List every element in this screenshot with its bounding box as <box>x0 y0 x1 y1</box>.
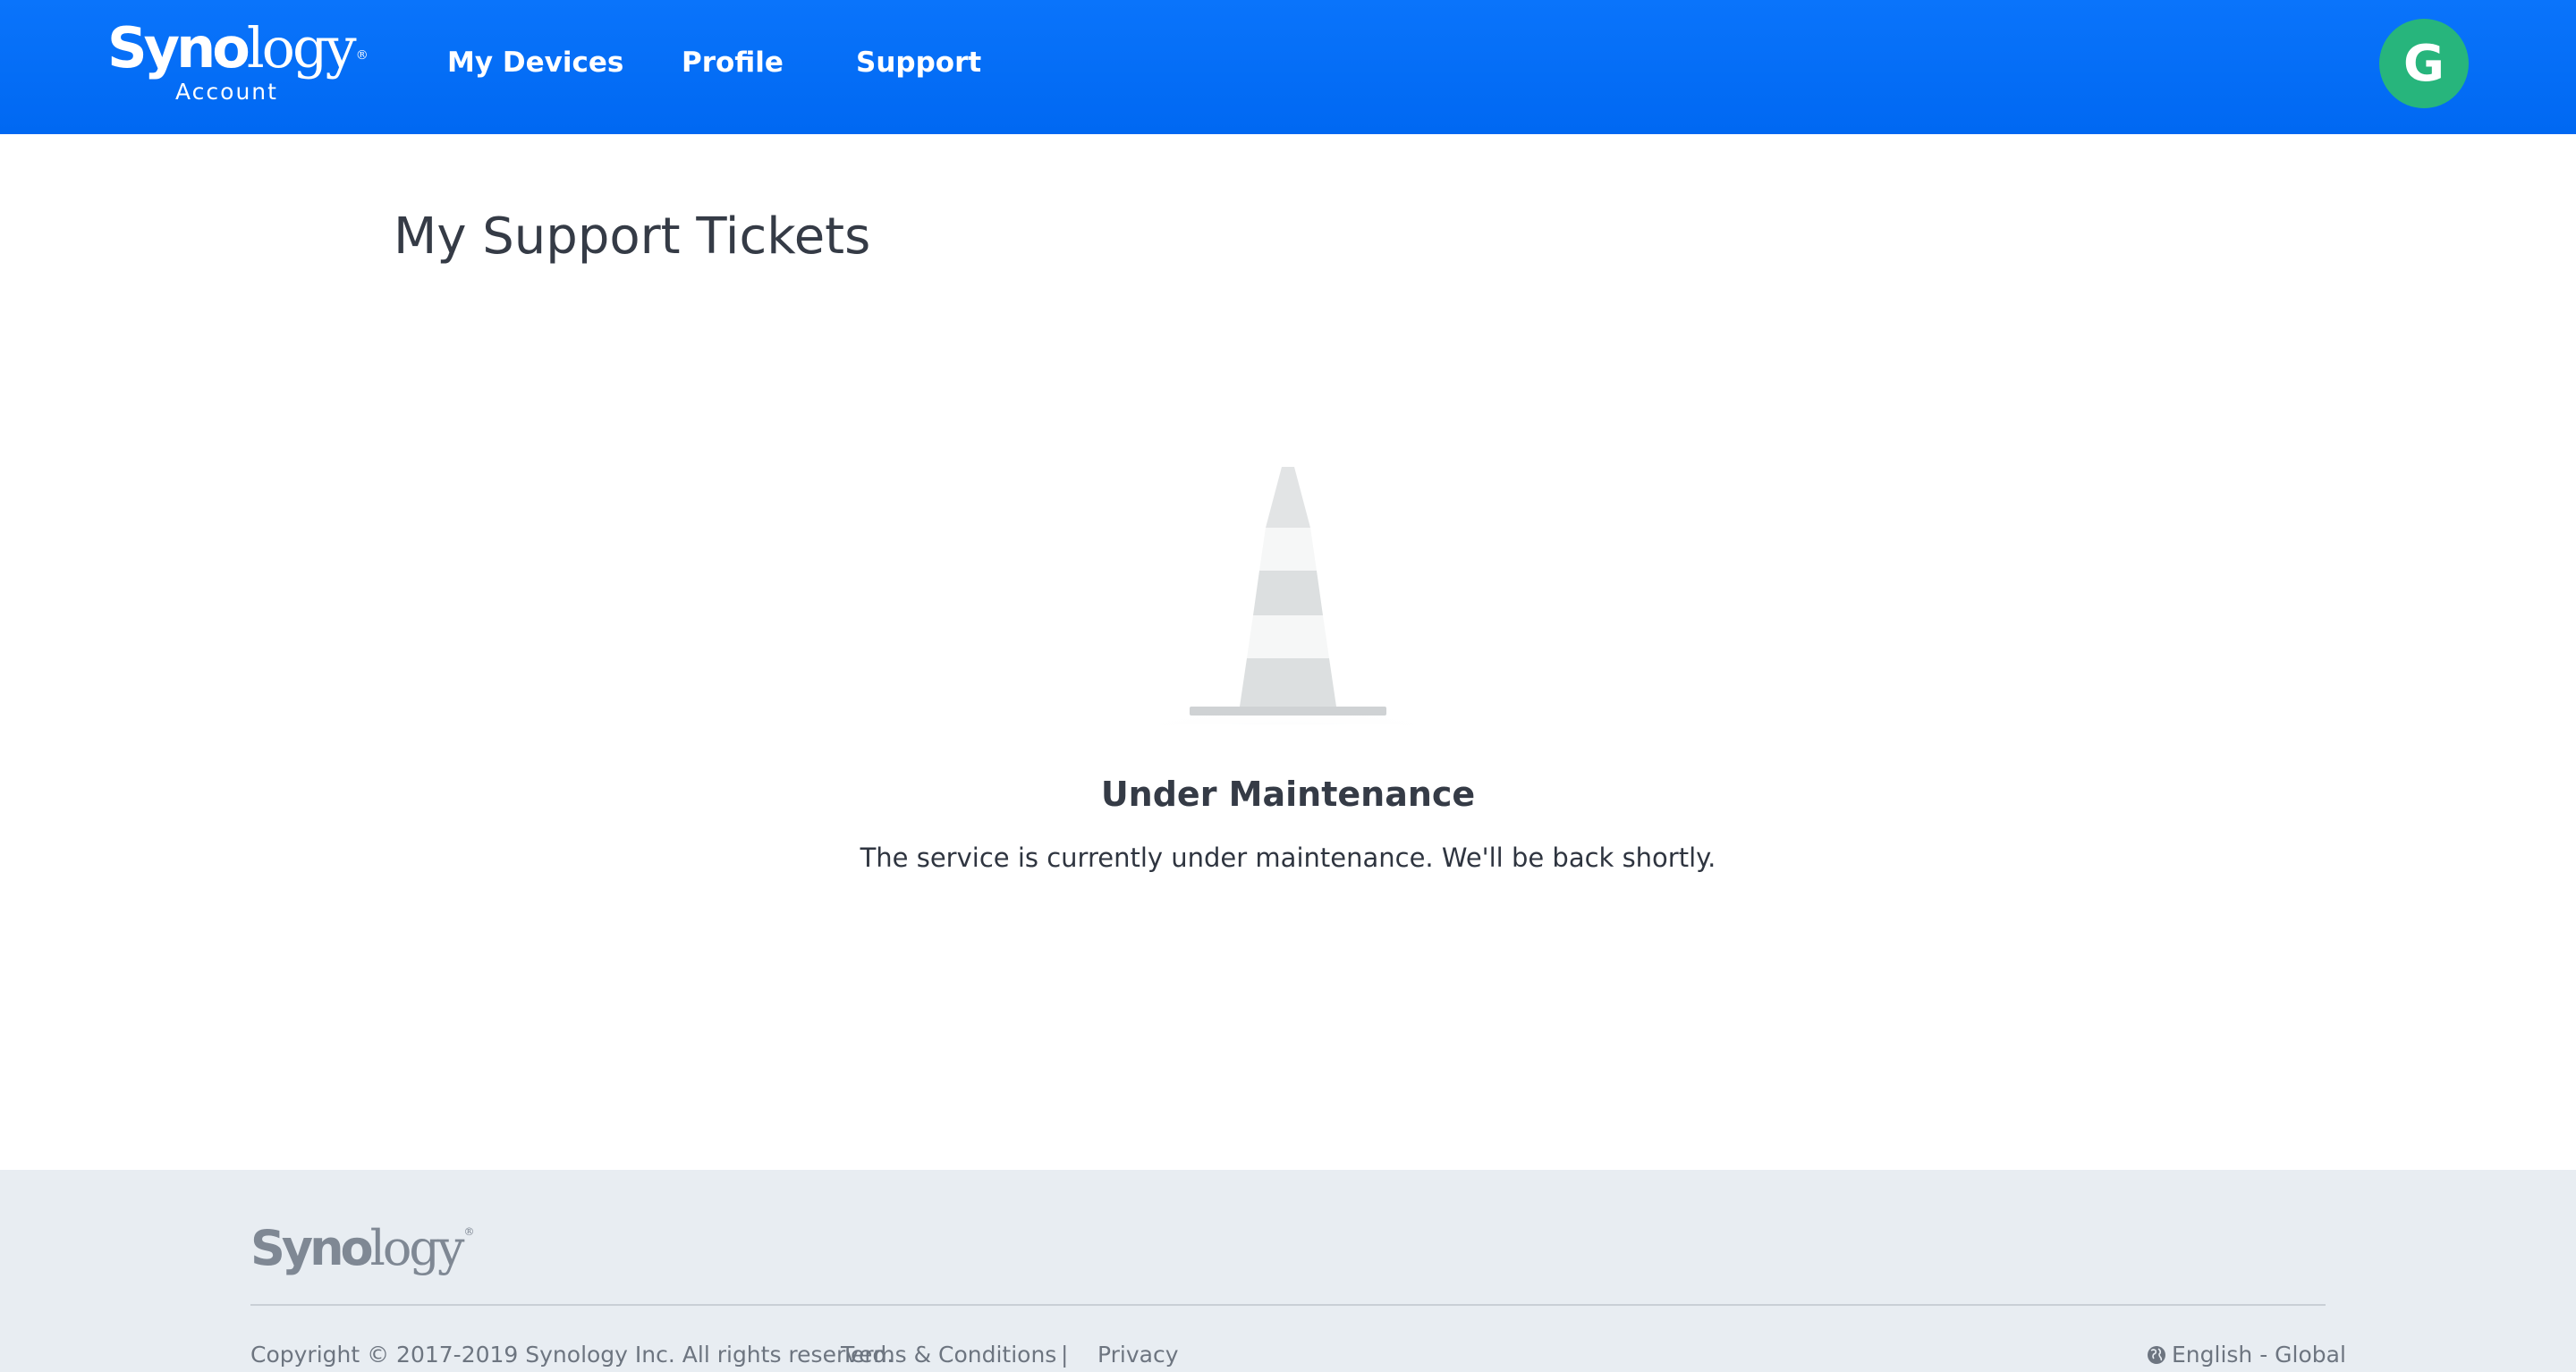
logo-wordmark: Synology ® <box>107 15 369 80</box>
nav-support[interactable]: Support <box>856 47 981 79</box>
user-avatar[interactable]: G <box>2379 19 2469 108</box>
logo-subtitle: Account <box>175 79 278 105</box>
traffic-cone-icon <box>1073 456 1503 789</box>
nav-my-devices[interactable]: My Devices <box>447 47 623 79</box>
maintenance-title: Under Maintenance <box>1100 775 1476 814</box>
privacy-link[interactable]: Privacy <box>1097 1342 1179 1368</box>
footer: Synology ® Copyright © 2017-2019 Synology… <box>0 1170 2576 1372</box>
copyright-text: Copyright © 2017-2019 Synology Inc. All … <box>250 1342 894 1368</box>
top-nav-bar: Synology ® Account My Devices Profile Sup… <box>0 0 2576 134</box>
page-title: My Support Tickets <box>394 207 871 266</box>
footer-logo: Synology ® <box>250 1220 475 1276</box>
language-label: English - Global <box>2172 1342 2346 1368</box>
language-selector[interactable]: English - Global <box>2147 1342 2346 1368</box>
maintenance-message: The service is currently under maintenan… <box>860 843 1716 873</box>
globe-icon <box>2148 1346 2165 1364</box>
synology-account-logo[interactable]: Synology ® Account <box>107 16 369 110</box>
footer-divider <box>250 1304 2326 1306</box>
footer-separator: | <box>1061 1342 1069 1368</box>
terms-link[interactable]: Terms & Conditions <box>841 1342 1056 1368</box>
nav-profile[interactable]: Profile <box>682 47 784 79</box>
